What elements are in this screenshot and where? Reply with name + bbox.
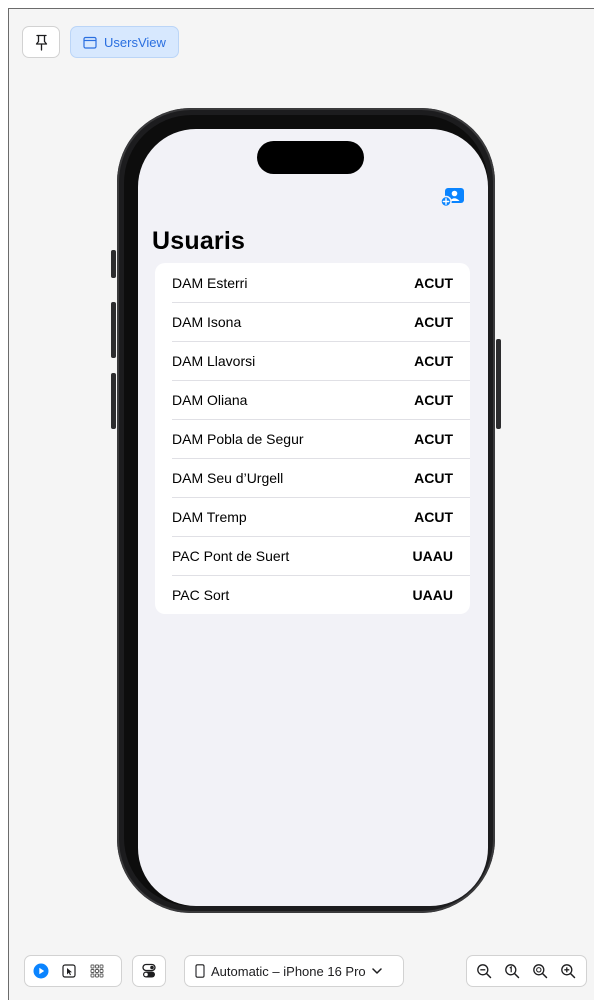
iphone-device-frame: Usuaris DAM Esterri ACUT DAM Isona ACUT …: [111, 108, 501, 913]
list-item[interactable]: DAM Seu d’Urgell ACUT: [155, 458, 470, 497]
preview-window-icon: [83, 36, 97, 49]
user-code: ACUT: [414, 508, 453, 525]
live-play-icon: [33, 963, 49, 979]
list-item[interactable]: DAM Llavorsi ACUT: [155, 341, 470, 380]
user-name: PAC Pont de Suert: [172, 547, 290, 564]
pin-icon: [35, 34, 47, 51]
phone-bezel: Usuaris DAM Esterri ACUT DAM Isona ACUT …: [124, 115, 488, 906]
user-code: ACUT: [414, 469, 453, 486]
action-button: [111, 250, 116, 278]
zoom-in-button[interactable]: [559, 962, 577, 980]
preview-tab-usersview[interactable]: UsersView: [70, 26, 179, 58]
zoom-out-button[interactable]: [475, 962, 493, 980]
phone-screen: Usuaris DAM Esterri ACUT DAM Isona ACUT …: [138, 129, 488, 906]
user-name: DAM Llavorsi: [172, 352, 256, 369]
live-mode-button[interactable]: [32, 962, 50, 980]
device-picker[interactable]: Automatic – iPhone 16 Pro: [184, 955, 404, 987]
list-item[interactable]: DAM Esterri ACUT: [155, 263, 470, 302]
selectable-mode-button[interactable]: [60, 962, 78, 980]
user-code: ACUT: [414, 313, 453, 330]
preview-tab-label: UsersView: [104, 34, 166, 50]
zoom-controls: [466, 955, 587, 987]
variants-button[interactable]: [132, 955, 166, 987]
user-name: DAM Pobla de Segur: [172, 430, 304, 447]
zoom-100-button[interactable]: [503, 962, 521, 980]
list-item[interactable]: DAM Tremp ACUT: [155, 497, 470, 536]
user-code: UAAU: [412, 547, 453, 564]
grid-mode-button[interactable]: [88, 962, 106, 980]
power-button: [496, 339, 501, 429]
user-code: ACUT: [414, 391, 453, 408]
user-code: UAAU: [412, 586, 453, 603]
chevron-down-icon: [371, 968, 382, 974]
grid-icon: [90, 964, 104, 978]
user-code: ACUT: [414, 274, 453, 291]
list-item[interactable]: DAM Isona ACUT: [155, 302, 470, 341]
zoom-out-icon: [477, 964, 492, 979]
users-list: DAM Esterri ACUT DAM Isona ACUT DAM Llav…: [155, 263, 470, 614]
zoom-in-icon: [561, 964, 576, 979]
iphone-icon: [195, 964, 205, 978]
dynamic-island: [257, 141, 364, 174]
list-item[interactable]: PAC Sort UAAU: [155, 575, 470, 614]
user-code: ACUT: [414, 352, 453, 369]
user-name: DAM Tremp: [172, 508, 247, 525]
zoom-fit-button[interactable]: [531, 962, 549, 980]
preview-mode-group: [24, 955, 122, 987]
add-user-icon: [440, 188, 464, 208]
user-name: DAM Esterri: [172, 274, 248, 291]
preview-top-bar: UsersView: [22, 26, 179, 58]
user-code: ACUT: [414, 430, 453, 447]
zoom-100-icon: [505, 964, 520, 979]
volume-down-button: [111, 373, 116, 429]
user-name: DAM Oliana: [172, 391, 248, 408]
screen-title: Usuaris: [152, 227, 246, 255]
add-user-button[interactable]: [440, 186, 466, 208]
list-item[interactable]: DAM Oliana ACUT: [155, 380, 470, 419]
user-name: PAC Sort: [172, 586, 230, 603]
preview-bottom-bar: Automatic – iPhone 16 Pro: [24, 955, 587, 987]
device-label: Automatic – iPhone 16 Pro: [211, 963, 366, 979]
selectable-cursor-icon: [62, 964, 76, 978]
pin-button[interactable]: [22, 26, 60, 58]
list-item[interactable]: PAC Pont de Suert UAAU: [155, 536, 470, 575]
list-item[interactable]: DAM Pobla de Segur ACUT: [155, 419, 470, 458]
user-name: DAM Seu d’Urgell: [172, 469, 284, 486]
toggle-variants-icon: [142, 963, 156, 978]
zoom-fit-icon: [533, 964, 548, 979]
user-name: DAM Isona: [172, 313, 242, 330]
volume-up-button: [111, 302, 116, 358]
